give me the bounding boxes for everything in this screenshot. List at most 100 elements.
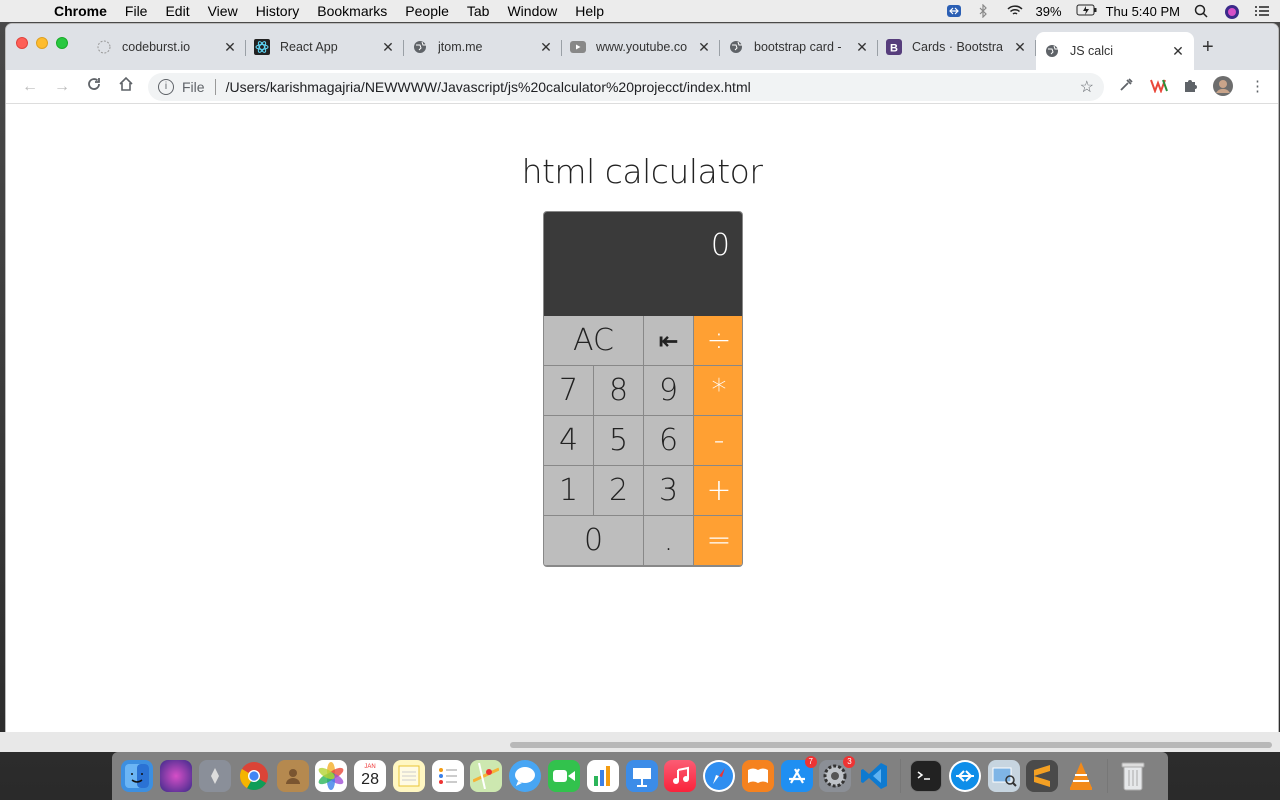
- books-icon[interactable]: [741, 760, 774, 792]
- menu-bookmarks[interactable]: Bookmarks: [317, 3, 387, 19]
- digit-7-button[interactable]: 7: [544, 366, 594, 416]
- tab-codeburst[interactable]: codeburst.io ✕: [88, 32, 246, 62]
- tab-title: React App: [280, 40, 338, 54]
- close-tab-icon[interactable]: ✕: [380, 39, 396, 56]
- safari-icon[interactable]: [703, 760, 736, 792]
- forward-button[interactable]: →: [46, 78, 78, 96]
- menu-file[interactable]: File: [125, 3, 148, 19]
- close-tab-icon[interactable]: ✕: [1012, 39, 1028, 56]
- clock[interactable]: Thu 5:40 PM: [1106, 4, 1180, 19]
- bookmark-star-icon[interactable]: ☆: [1080, 77, 1094, 97]
- decimal-button[interactable]: .: [644, 516, 694, 566]
- keynote-icon[interactable]: [625, 760, 658, 792]
- clear-button[interactable]: AC: [544, 316, 644, 366]
- menu-people[interactable]: People: [405, 3, 449, 19]
- contacts-icon[interactable]: [276, 760, 309, 792]
- backspace-button[interactable]: ⇤: [644, 316, 694, 366]
- maps-icon[interactable]: [470, 760, 503, 792]
- extensions-puzzle-icon[interactable]: [1182, 77, 1198, 97]
- close-tab-icon[interactable]: ✕: [696, 39, 712, 56]
- url-text[interactable]: /Users/karishmagajria/NEWWWW/Javascript/…: [226, 79, 751, 95]
- sublime-text-icon[interactable]: [1026, 760, 1059, 792]
- close-tab-icon[interactable]: ✕: [222, 39, 238, 56]
- siri-icon[interactable]: [160, 760, 193, 792]
- bluetooth-icon[interactable]: [976, 3, 992, 19]
- photos-icon[interactable]: [315, 760, 348, 792]
- digit-2-button[interactable]: 2: [594, 466, 644, 516]
- menu-help[interactable]: Help: [575, 3, 604, 19]
- reminders-icon[interactable]: [431, 760, 464, 792]
- notification-center-icon[interactable]: [1254, 4, 1270, 18]
- tab-title: codeburst.io: [122, 40, 191, 54]
- minus-button[interactable]: -: [694, 416, 742, 466]
- new-tab-button[interactable]: +: [1202, 36, 1214, 59]
- menu-app[interactable]: Chrome: [54, 3, 107, 19]
- music-icon[interactable]: [664, 760, 697, 792]
- divide-button[interactable]: ÷: [694, 316, 742, 366]
- back-button[interactable]: ←: [14, 78, 46, 96]
- digit-8-button[interactable]: 8: [594, 366, 644, 416]
- horizontal-scrollbar[interactable]: [510, 742, 1272, 748]
- battery-percent[interactable]: 39%: [1036, 4, 1062, 19]
- vlc-icon[interactable]: [1065, 760, 1097, 792]
- tab-jtom[interactable]: jtom.me ✕: [404, 32, 562, 62]
- notes-icon[interactable]: [392, 760, 425, 792]
- digit-0-button[interactable]: 0: [544, 516, 644, 566]
- spotlight-icon[interactable]: [1194, 4, 1210, 18]
- multiply-button[interactable]: *: [694, 366, 742, 416]
- tab-cards-bootstrap[interactable]: B Cards · Bootstra ✕: [878, 32, 1036, 62]
- menu-tab[interactable]: Tab: [467, 3, 490, 19]
- digit-9-button[interactable]: 9: [644, 366, 694, 416]
- wifi-icon[interactable]: [1006, 4, 1023, 18]
- close-tab-icon[interactable]: ✕: [538, 39, 554, 56]
- wappalyzer-extension-icon[interactable]: [1150, 77, 1168, 97]
- digit-6-button[interactable]: 6: [644, 416, 694, 466]
- calculator-display: 0: [544, 212, 742, 316]
- vscode-icon[interactable]: [858, 760, 890, 792]
- digit-3-button[interactable]: 3: [644, 466, 694, 516]
- preview-icon[interactable]: [987, 760, 1020, 792]
- plus-button[interactable]: +: [694, 466, 742, 516]
- profile-avatar[interactable]: [1212, 75, 1234, 101]
- close-window-button[interactable]: [16, 37, 28, 49]
- reload-button[interactable]: [78, 76, 110, 97]
- close-tab-icon[interactable]: ✕: [1170, 43, 1186, 60]
- facetime-icon[interactable]: [547, 760, 580, 792]
- tab-js-calci[interactable]: JS calci ✕: [1036, 32, 1194, 70]
- digit-4-button[interactable]: 4: [544, 416, 594, 466]
- eyedropper-extension-icon[interactable]: [1118, 77, 1134, 97]
- menu-window[interactable]: Window: [507, 3, 557, 19]
- tab-title: jtom.me: [438, 40, 483, 54]
- calendar-icon[interactable]: JAN 28: [354, 760, 387, 792]
- tab-react-app[interactable]: React App ✕: [246, 32, 404, 62]
- menu-history[interactable]: History: [256, 3, 300, 19]
- chrome-menu-icon[interactable]: ⋮: [1250, 77, 1265, 95]
- close-tab-icon[interactable]: ✕: [854, 39, 870, 56]
- digit-1-button[interactable]: 1: [544, 466, 594, 516]
- teamviewer-icon[interactable]: [948, 760, 981, 792]
- teamviewer-icon[interactable]: [946, 4, 962, 18]
- battery-icon[interactable]: [1076, 4, 1097, 18]
- messages-icon[interactable]: [509, 760, 542, 792]
- tab-bootstrap-card[interactable]: bootstrap card - ✕: [720, 32, 878, 62]
- menu-view[interactable]: View: [208, 3, 238, 19]
- digit-5-button[interactable]: 5: [594, 416, 644, 466]
- home-button[interactable]: [110, 76, 142, 97]
- zoom-window-button[interactable]: [56, 37, 68, 49]
- address-bar[interactable]: i File /Users/karishmagajria/NEWWWW/Java…: [148, 73, 1104, 101]
- app-store-icon[interactable]: 7: [780, 756, 817, 792]
- terminal-icon[interactable]: [910, 760, 943, 792]
- minimize-window-button[interactable]: [36, 37, 48, 49]
- equals-button[interactable]: =: [694, 516, 742, 566]
- site-info-icon[interactable]: i: [158, 79, 174, 95]
- chrome-icon[interactable]: [238, 760, 270, 792]
- launchpad-icon[interactable]: [198, 760, 231, 792]
- siri-icon[interactable]: [1224, 4, 1240, 19]
- system-preferences-icon[interactable]: 3: [819, 756, 856, 792]
- finder-icon[interactable]: [121, 760, 154, 792]
- tab-youtube[interactable]: www.youtube.co ✕: [562, 32, 720, 62]
- trash-icon[interactable]: [1117, 760, 1149, 792]
- numbers-icon[interactable]: [586, 760, 619, 792]
- page-content: html calculator 0 AC ⇤ ÷ 7 8 9 * 4 5 6 -…: [6, 104, 1278, 732]
- menu-edit[interactable]: Edit: [165, 3, 189, 19]
